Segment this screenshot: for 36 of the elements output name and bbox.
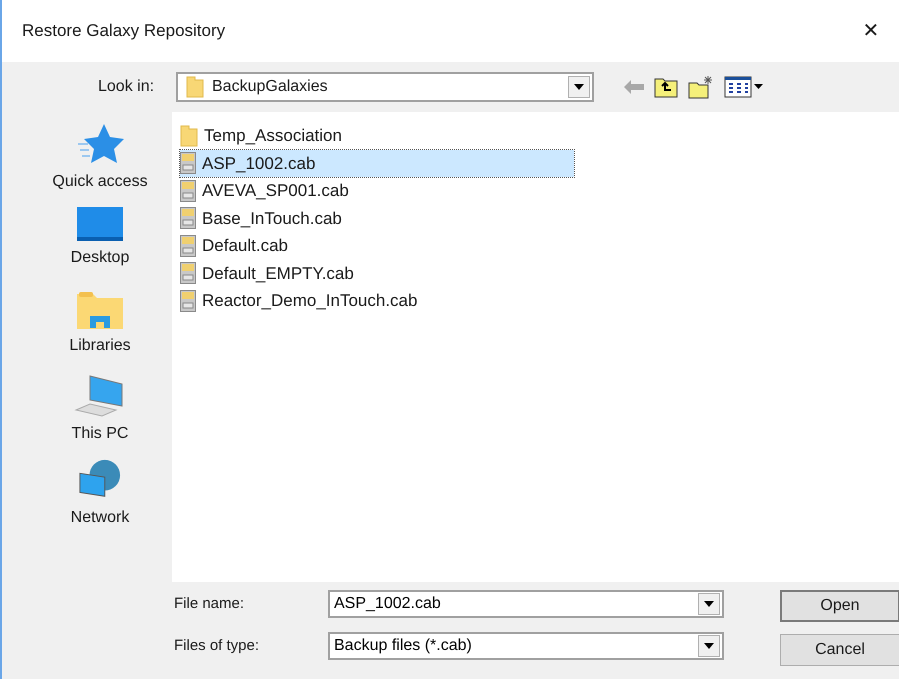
cabinet-file-icon xyxy=(180,180,196,202)
look-in-label: Look in: xyxy=(98,77,156,97)
close-button[interactable]: ✕ xyxy=(851,11,891,51)
file-item[interactable]: AVEVA_SP001.cab xyxy=(180,177,574,204)
folder-icon xyxy=(180,124,198,147)
star-icon xyxy=(76,122,124,166)
place-label[interactable]: Desktop xyxy=(70,246,130,270)
file-item[interactable]: ASP_1002.cab xyxy=(180,150,574,177)
file-item[interactable]: Temp_Association xyxy=(180,122,574,150)
file-name-field[interactable]: ASP_1002.cab xyxy=(328,590,724,618)
place-label[interactable]: Libraries xyxy=(69,334,131,358)
place-label[interactable]: Network xyxy=(70,506,130,530)
cabinet-file-icon xyxy=(180,152,196,174)
file-item[interactable]: Reactor_Demo_InTouch.cab xyxy=(180,287,574,314)
place-label[interactable]: This PC xyxy=(72,422,128,446)
cabinet-file-icon xyxy=(180,234,196,257)
new-folder-icon[interactable] xyxy=(688,75,714,99)
place-label[interactable]: Quick access xyxy=(52,170,148,194)
file-item[interactable]: Default.cab xyxy=(180,232,574,260)
dialog-button[interactable]: Open xyxy=(780,590,899,622)
file-type-dropdown[interactable]: Backup files (*.cab) xyxy=(328,632,724,660)
cabinet-file-icon xyxy=(180,290,196,312)
look-in-dropdown[interactable]: BackupGalaxies xyxy=(176,72,594,102)
desktop-icon xyxy=(76,206,124,242)
window-title: Restore Galaxy Repository xyxy=(22,20,226,42)
view-menu-icon[interactable] xyxy=(724,76,764,98)
up-folder-icon[interactable] xyxy=(654,76,678,98)
file-name-label: File name: xyxy=(174,594,246,614)
dialog-button[interactable]: Cancel xyxy=(780,634,899,666)
folder-icon xyxy=(186,76,204,98)
file-item[interactable]: Default_EMPTY.cab xyxy=(180,260,574,287)
cabinet-file-icon xyxy=(180,207,196,230)
file-item[interactable]: Base_InTouch.cab xyxy=(180,204,574,232)
cabinet-file-icon xyxy=(180,262,196,284)
file-type-label: Files of type: xyxy=(174,636,260,656)
folder-icon xyxy=(76,290,124,330)
